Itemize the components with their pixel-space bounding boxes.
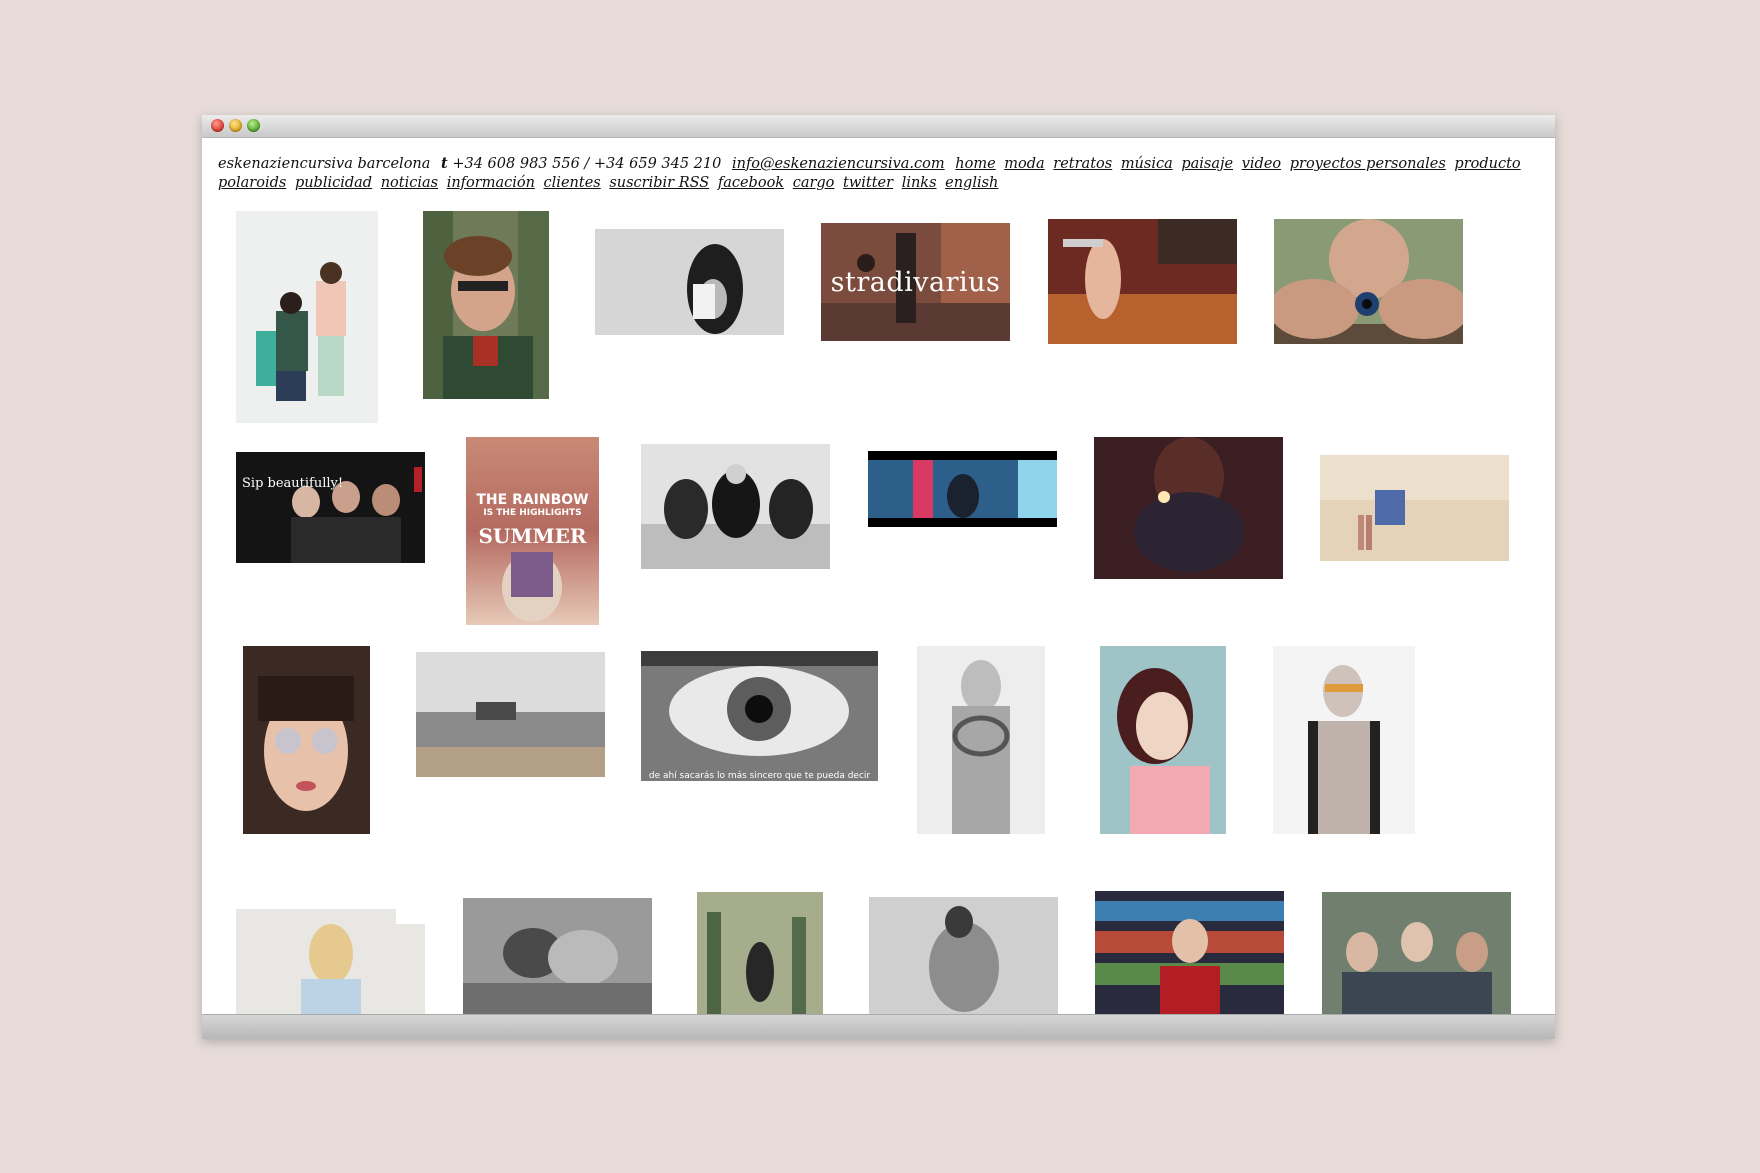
thumb-three-men-caps[interactable] <box>1322 892 1511 1015</box>
thumb-boy-cactus[interactable] <box>423 211 549 399</box>
thumb-couple-chair[interactable] <box>236 211 378 423</box>
thumb-ship-sea[interactable] <box>416 652 605 777</box>
thumb-bw-couple-bed[interactable] <box>463 898 652 1015</box>
thumb-sparkler[interactable] <box>1094 437 1283 579</box>
thumb-eye-collage[interactable] <box>1274 219 1463 344</box>
thumb-video-neon[interactable] <box>868 451 1057 527</box>
thumb-man-suspenders[interactable] <box>1273 646 1415 834</box>
thumb-sip-beautifully[interactable]: Sip beautifully! <box>236 452 425 563</box>
phone-prefix: t <box>441 155 448 172</box>
nav-clientes[interactable]: clientes <box>544 175 601 191</box>
sip-beautifully-text: Sip beautifully! <box>242 476 344 491</box>
brand-city: barcelona <box>357 156 431 172</box>
stradivarius-logo: stradivarius <box>830 266 1001 298</box>
nav-facebook[interactable]: facebook <box>718 175 784 191</box>
nav-moda[interactable]: moda <box>1004 156 1044 172</box>
window-titlebar <box>202 115 1555 138</box>
page-content: eskenaziencursiva barcelona t +34 608 98… <box>202 138 1555 1015</box>
email-link[interactable]: info@eskenaziencursiva.com <box>732 156 945 172</box>
nav-english[interactable]: english <box>945 175 998 191</box>
nav-retratos[interactable]: retratos <box>1053 156 1112 172</box>
nav-producto[interactable]: producto <box>1454 156 1520 172</box>
window-statusbar <box>202 1014 1555 1039</box>
thumb-blonde-product[interactable] <box>236 909 425 1015</box>
eye-subtitle: de ahí sacarás lo más sincero que te pue… <box>648 771 871 781</box>
thumb-bw-face-card[interactable] <box>595 229 784 335</box>
minimize-window-icon[interactable] <box>229 119 242 132</box>
thumb-asian-woman[interactable] <box>1100 646 1226 834</box>
phone-numbers: +34 608 983 556 / +34 659 345 210 <box>452 156 722 172</box>
nav-twitter[interactable]: twitter <box>843 175 893 191</box>
nav-publicidad[interactable]: publicidad <box>295 175 372 191</box>
nav-musica[interactable]: música <box>1121 156 1173 172</box>
thumb-girl-glasses[interactable] <box>243 646 370 834</box>
thumb-cactus-garden[interactable] <box>697 892 823 1015</box>
thumb-three-women-car[interactable] <box>641 444 830 569</box>
nav-links[interactable]: links <box>902 175 937 191</box>
nav-proyectos-personales[interactable]: proyectos personales <box>1290 156 1446 172</box>
thumb-rainbow-poster[interactable]: THE RAINBOW IS THE HIGHLIGHTS SUMMER <box>466 437 599 625</box>
rainbow-title-line2: IS THE HIGHLIGHTS <box>483 508 582 518</box>
thumb-vhs-shelves[interactable] <box>1095 891 1284 1015</box>
nav-video[interactable]: video <box>1242 156 1281 172</box>
thumb-beach-bag[interactable] <box>1320 455 1509 561</box>
nav-paisaje[interactable]: paisaje <box>1181 156 1233 172</box>
rainbow-title-line1: THE RAINBOW <box>476 492 589 508</box>
nav-polaroids[interactable]: polaroids <box>218 175 286 191</box>
close-window-icon[interactable] <box>211 119 224 132</box>
browser-window: eskenaziencursiva barcelona t +34 608 98… <box>202 115 1555 1039</box>
thumb-eye-closeup[interactable]: de ahí sacarás lo más sincero que te pue… <box>641 651 878 781</box>
nav-informacion[interactable]: información <box>447 175 535 191</box>
thumb-bw-sheets[interactable] <box>869 897 1058 1015</box>
nav-cargo[interactable]: cargo <box>793 175 835 191</box>
nav-noticias[interactable]: noticias <box>381 175 438 191</box>
brand-name: eskenaziencursiva <box>218 156 353 172</box>
nav-suscribir-rss[interactable]: suscribir RSS <box>609 175 709 191</box>
site-header: eskenaziencursiva barcelona t +34 608 98… <box>218 154 1538 193</box>
thumb-stradivarius[interactable]: stradivarius <box>821 223 1010 341</box>
thumb-kitchen[interactable] <box>1048 219 1237 344</box>
rainbow-title-line3: SUMMER <box>478 524 587 548</box>
thumb-woman-necklace[interactable] <box>917 646 1045 834</box>
nav-home[interactable]: home <box>955 156 995 172</box>
maximize-window-icon[interactable] <box>247 119 260 132</box>
